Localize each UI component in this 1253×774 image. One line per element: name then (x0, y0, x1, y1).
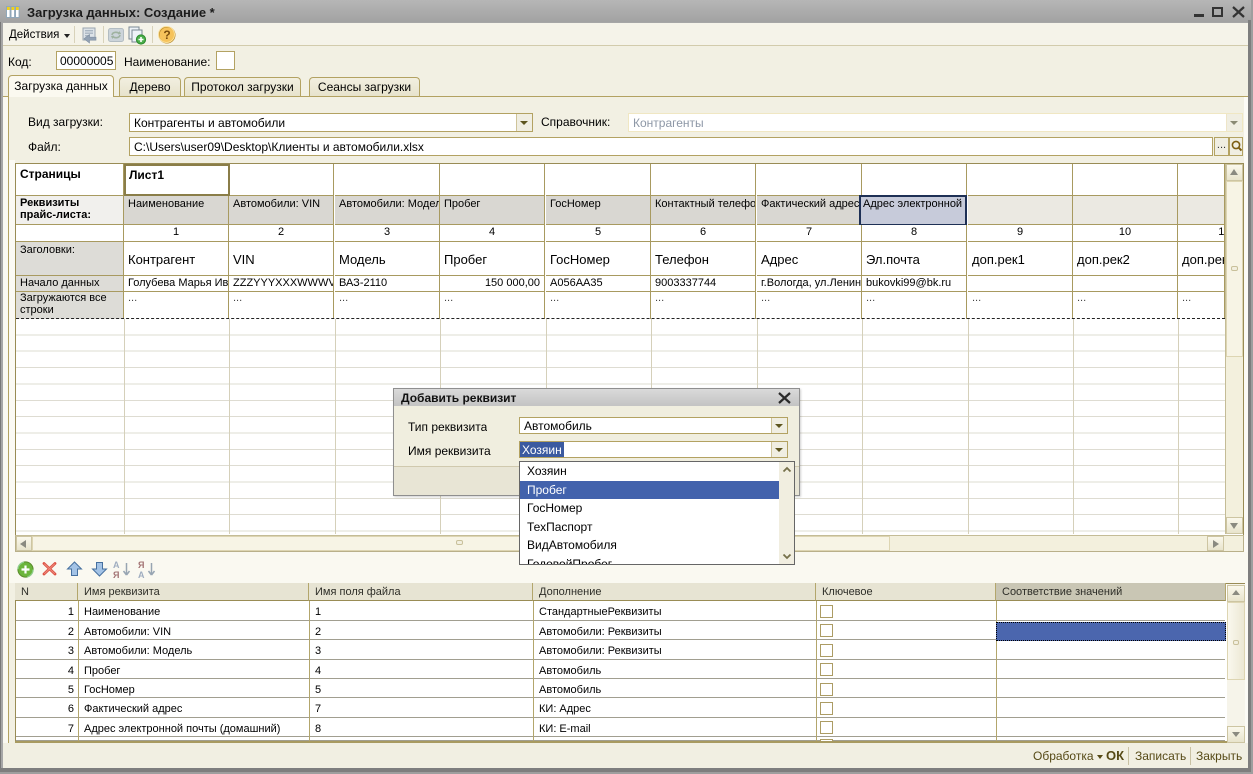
svg-text:?: ? (163, 28, 170, 42)
svg-text:Я: Я (113, 570, 119, 579)
svg-text:А: А (113, 560, 120, 570)
svg-text:А: А (138, 570, 145, 579)
svg-text:Я: Я (138, 560, 144, 570)
